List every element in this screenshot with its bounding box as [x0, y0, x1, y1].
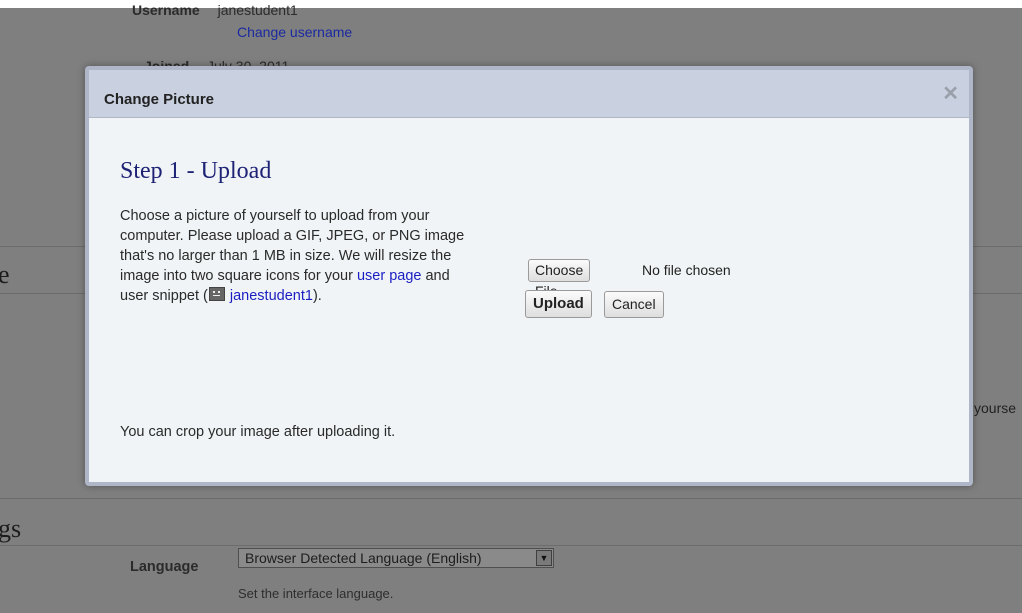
language-hint: Set the interface language. — [238, 586, 394, 601]
upload-description: Choose a picture of yourself to upload f… — [120, 206, 470, 306]
description-text: ). — [312, 288, 322, 304]
chevron-down-icon[interactable]: ▼ — [536, 550, 552, 566]
step-heading: Step 1 - Upload — [120, 158, 272, 184]
close-icon[interactable]: ✕ — [942, 84, 959, 104]
file-status-text: No file chosen — [642, 262, 731, 278]
username-snippet-link[interactable]: janestudent1 — [230, 288, 313, 304]
avatar-icon — [208, 287, 225, 301]
divider — [0, 498, 1022, 499]
choose-file-button[interactable]: Choose File — [528, 259, 591, 299]
dialog-titlebar: Change Picture ✕ — [89, 70, 969, 118]
section-heading: e — [0, 260, 10, 289]
language-select-value: Browser Detected Language (English) — [245, 550, 482, 566]
background-text: yourse — [974, 400, 1017, 416]
username-row: Username janestudent1 — [132, 2, 298, 18]
change-picture-dialog: Change Picture ✕ Step 1 - Upload Choose … — [85, 66, 973, 486]
upload-button[interactable]: Upload — [525, 290, 592, 318]
cancel-button[interactable]: Cancel — [604, 291, 664, 318]
username-value: janestudent1 — [217, 2, 298, 18]
settings-heading: gs — [0, 514, 22, 543]
crop-note: You can crop your image after uploading … — [120, 424, 396, 440]
user-page-link[interactable]: user page — [357, 268, 422, 284]
language-select[interactable]: Browser Detected Language (English) ▼ — [238, 548, 554, 568]
language-label: Language — [130, 559, 199, 575]
username-label: Username — [132, 2, 200, 18]
dialog-title: Change Picture — [104, 91, 215, 108]
divider — [0, 545, 1022, 546]
dialog-body: Step 1 - Upload Choose a picture of your… — [89, 118, 969, 482]
change-username-link[interactable]: Change username — [237, 24, 352, 40]
